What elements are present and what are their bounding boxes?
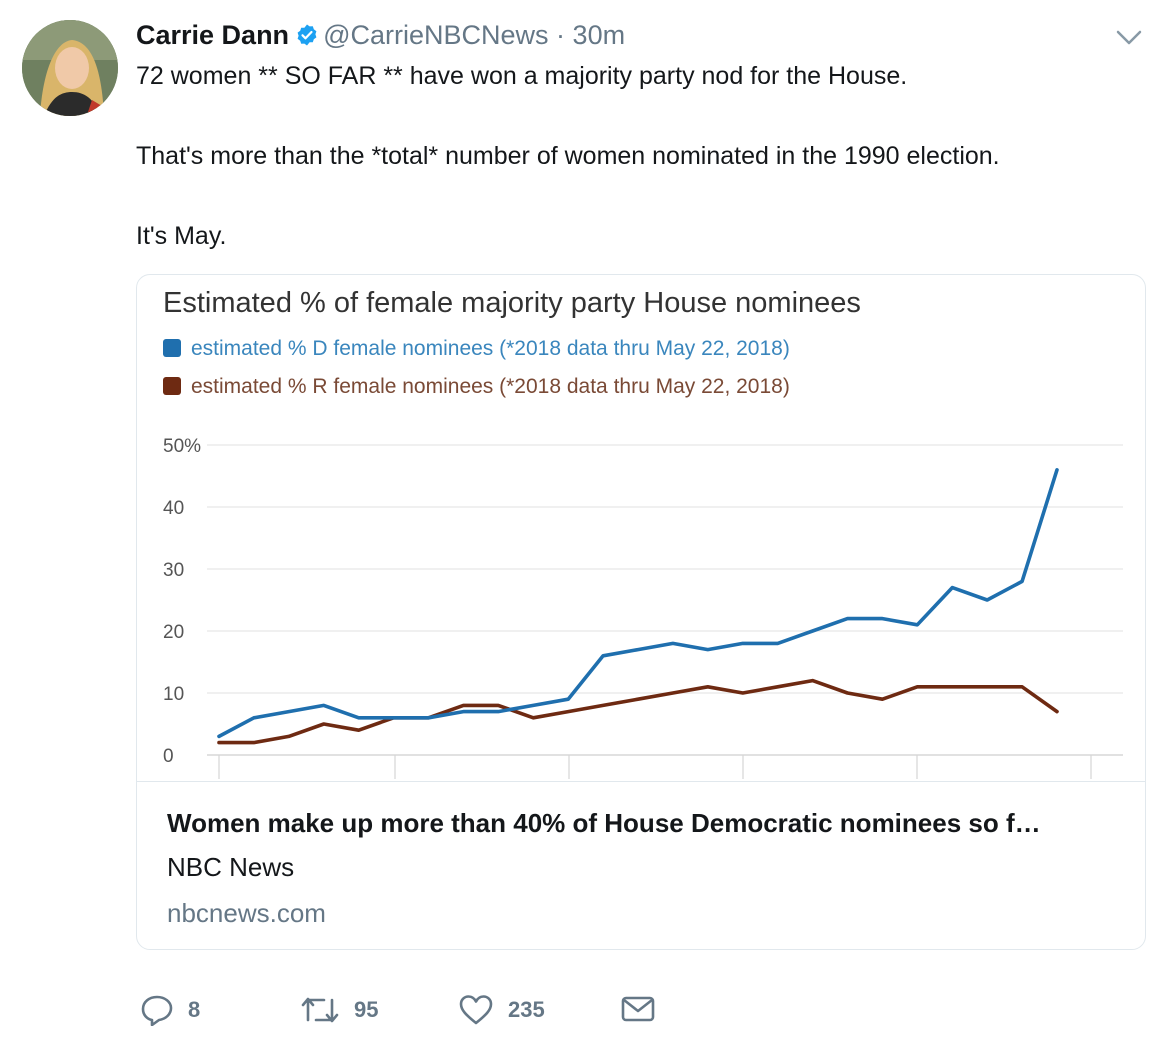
tweet-timestamp[interactable]: 30m [573,20,626,50]
legend: estimated % D female nominees (*2018 dat… [163,337,790,398]
author-name[interactable]: Carrie Dann [136,20,289,50]
link-card[interactable]: Estimated % of female majority party Hou… [136,274,1146,950]
card-title[interactable]: Women make up more than 40% of House Dem… [167,807,1041,839]
tweet-header: Carrie Dann @CarrieNBCNews · 30m [136,18,625,55]
y-tick-label: 10 [163,684,184,705]
separator-dot: · [556,20,566,50]
chart-image: Estimated % of female majority party Hou… [137,275,1145,781]
y-tick-label: 40 [163,498,184,519]
reply-button[interactable]: 8 [140,994,200,1026]
tweet-line-3: It's May. [136,222,227,250]
chevron-down-icon[interactable] [1114,26,1144,50]
y-tick-label: 30 [163,560,184,581]
tweet-line-1: 72 women ** SO FAR ** have won a majorit… [136,62,908,90]
y-axis-ticks: 50% 40 30 20 10 0 [163,436,201,767]
chart-title: Estimated % of female majority party Hou… [163,287,861,319]
envelope-icon [621,996,655,1022]
like-count: 235 [508,997,545,1022]
retweet-icon [301,997,339,1023]
legend-swatch-rep [163,377,181,395]
reply-count: 8 [188,997,201,1022]
legend-swatch-dem [163,339,181,357]
card-publisher: NBC News [167,852,295,882]
dem-series-line [217,468,1059,739]
retweet-button[interactable]: 95 [300,994,378,1026]
direct-message-button[interactable] [620,994,656,1024]
card-divider [137,781,1145,782]
legend-label-dem: estimated % D female nominees (*2018 dat… [191,337,790,360]
card-domain: nbcnews.com [167,898,326,928]
tweet-line-2: That's more than the *total* number of w… [136,142,1000,170]
avatar-image [22,20,118,116]
y-tick-label: 0 [163,746,174,767]
author-handle[interactable]: @CarrieNBCNews [323,20,548,50]
legend-label-rep: estimated % R female nominees (*2018 dat… [191,375,790,398]
y-tick-label: 50% [163,436,201,457]
line-chart: Estimated % of female majority party Hou… [163,287,1123,779]
avatar[interactable] [22,20,118,116]
heart-icon [459,995,493,1025]
verified-badge-icon [295,21,319,55]
x-axis-ticks [218,755,1092,779]
like-button[interactable]: 235 [458,994,545,1026]
reply-icon [141,995,173,1026]
y-tick-label: 20 [163,622,184,643]
chart-lines [217,468,1059,745]
retweet-count: 95 [354,997,379,1022]
